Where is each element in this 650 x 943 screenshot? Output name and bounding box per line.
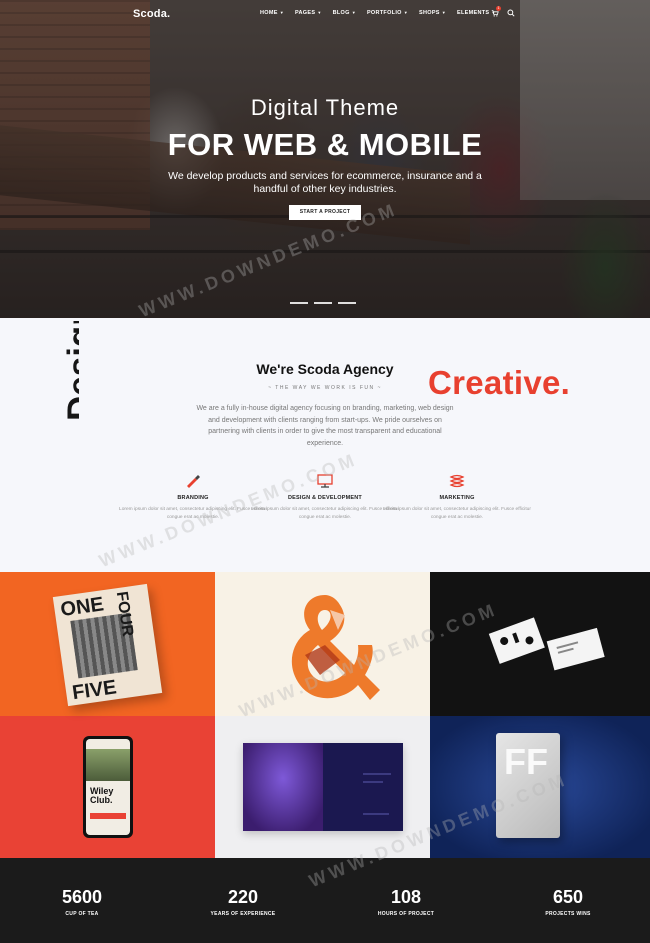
- nav-item-pages[interactable]: PAGES ▼: [295, 10, 322, 16]
- stat-projects-wins: 650 PROJECTS WINS: [508, 886, 628, 917]
- mockup-line: [363, 781, 383, 783]
- main-menu: HOME ▼ PAGES ▼ BLOG ▼ PORTFOLIO ▼ SHOPS ▼ ELE…: [260, 10, 507, 16]
- phone-screen-photo: [86, 749, 130, 781]
- nav-item-blog[interactable]: BLOG ▼: [333, 10, 356, 16]
- monitor-icon: [317, 474, 333, 488]
- mockup-line: [363, 813, 389, 815]
- phone-screen: Wiley Club.: [86, 739, 130, 835]
- hero-description: We develop products and services for eco…: [168, 170, 482, 195]
- stat-cup-of-tea: 5600 CUP OF TEA: [22, 886, 142, 917]
- hero-title: FOR WEB & MOBILE: [167, 127, 483, 162]
- nav-item-home[interactable]: HOME ▼: [260, 10, 284, 16]
- poster-word: FIVE: [70, 676, 118, 705]
- site-logo[interactable]: Scoda.: [133, 8, 170, 20]
- stat-value: 220: [227, 887, 259, 907]
- chevron-down-icon: ▼: [317, 10, 322, 15]
- service-title: MARKETING: [439, 495, 475, 501]
- slider-pagination: [290, 302, 356, 304]
- slider-dot[interactable]: [338, 302, 356, 304]
- service-text: Lorem ipsum dolor sit amet, consectetur …: [383, 507, 531, 520]
- stat-label: CUP OF TEA: [65, 911, 99, 917]
- creative-highlight: Creative.: [428, 364, 571, 401]
- agency-description: We are a fully in-house digital agency f…: [196, 405, 454, 447]
- stat-value: 108: [390, 887, 422, 907]
- megaphone-icon: [449, 474, 465, 488]
- chevron-down-icon: ▼: [403, 10, 409, 15]
- cart-count-badge: 1: [496, 6, 501, 11]
- top-navigation: Scoda. HOME ▼ PAGES ▼ BLOG ▼ PORTFOLIO ▼ SHO…: [0, 0, 650, 28]
- website-mockup-image: [243, 743, 323, 831]
- hero-subtitle: Digital Theme: [250, 95, 400, 120]
- stat-value: 650: [552, 887, 584, 907]
- nav-item-portfolio[interactable]: PORTFOLIO ▼: [367, 10, 408, 16]
- chevron-down-icon: ▼: [351, 10, 356, 15]
- mockup-line: [363, 773, 391, 775]
- chevron-down-icon: ▼: [279, 10, 284, 15]
- search-icon[interactable]: [507, 9, 515, 17]
- slider-dot[interactable]: [314, 302, 332, 304]
- stat-label: YEARS OF EXPERIENCE: [210, 911, 276, 917]
- ampersand-graphic: [291, 595, 380, 700]
- nav-item-shops[interactable]: SHOPS ▼: [419, 10, 446, 16]
- start-project-button[interactable]: START A PROJECT: [289, 205, 361, 220]
- service-marketing: MARKETING Lorem ipsum dolor sit amet, co…: [377, 473, 537, 521]
- business-cards-graphic: [488, 617, 605, 671]
- stat-value: 5600: [61, 887, 103, 907]
- chevron-down-icon: ▼: [441, 10, 447, 15]
- nav-item-elements[interactable]: ELEMENTS ▼: [457, 10, 496, 16]
- phone-mockup: Wiley Club.: [83, 736, 133, 838]
- website-mockup: [243, 743, 403, 831]
- pen-tool-icon: [187, 475, 200, 488]
- bag-letters: FF: [504, 741, 548, 782]
- website-mockup-panel: [323, 743, 403, 831]
- stat-label: PROJECTS WINS: [545, 911, 591, 917]
- phone-screen-bar: [90, 813, 126, 819]
- phone-screen-title: Wiley Club.: [90, 786, 114, 805]
- stat-years-of-experience: 220 YEARS OF EXPERIENCE: [183, 886, 303, 917]
- stat-hours-of-project: 108 HOURS OF PROJECT: [346, 886, 466, 917]
- packaging-bag-mockup: FF: [496, 733, 560, 838]
- stat-label: HOURS OF PROJECT: [377, 911, 435, 917]
- slider-dot[interactable]: [290, 302, 308, 304]
- poster-mockup: ONE FOUR FIVE: [52, 583, 163, 707]
